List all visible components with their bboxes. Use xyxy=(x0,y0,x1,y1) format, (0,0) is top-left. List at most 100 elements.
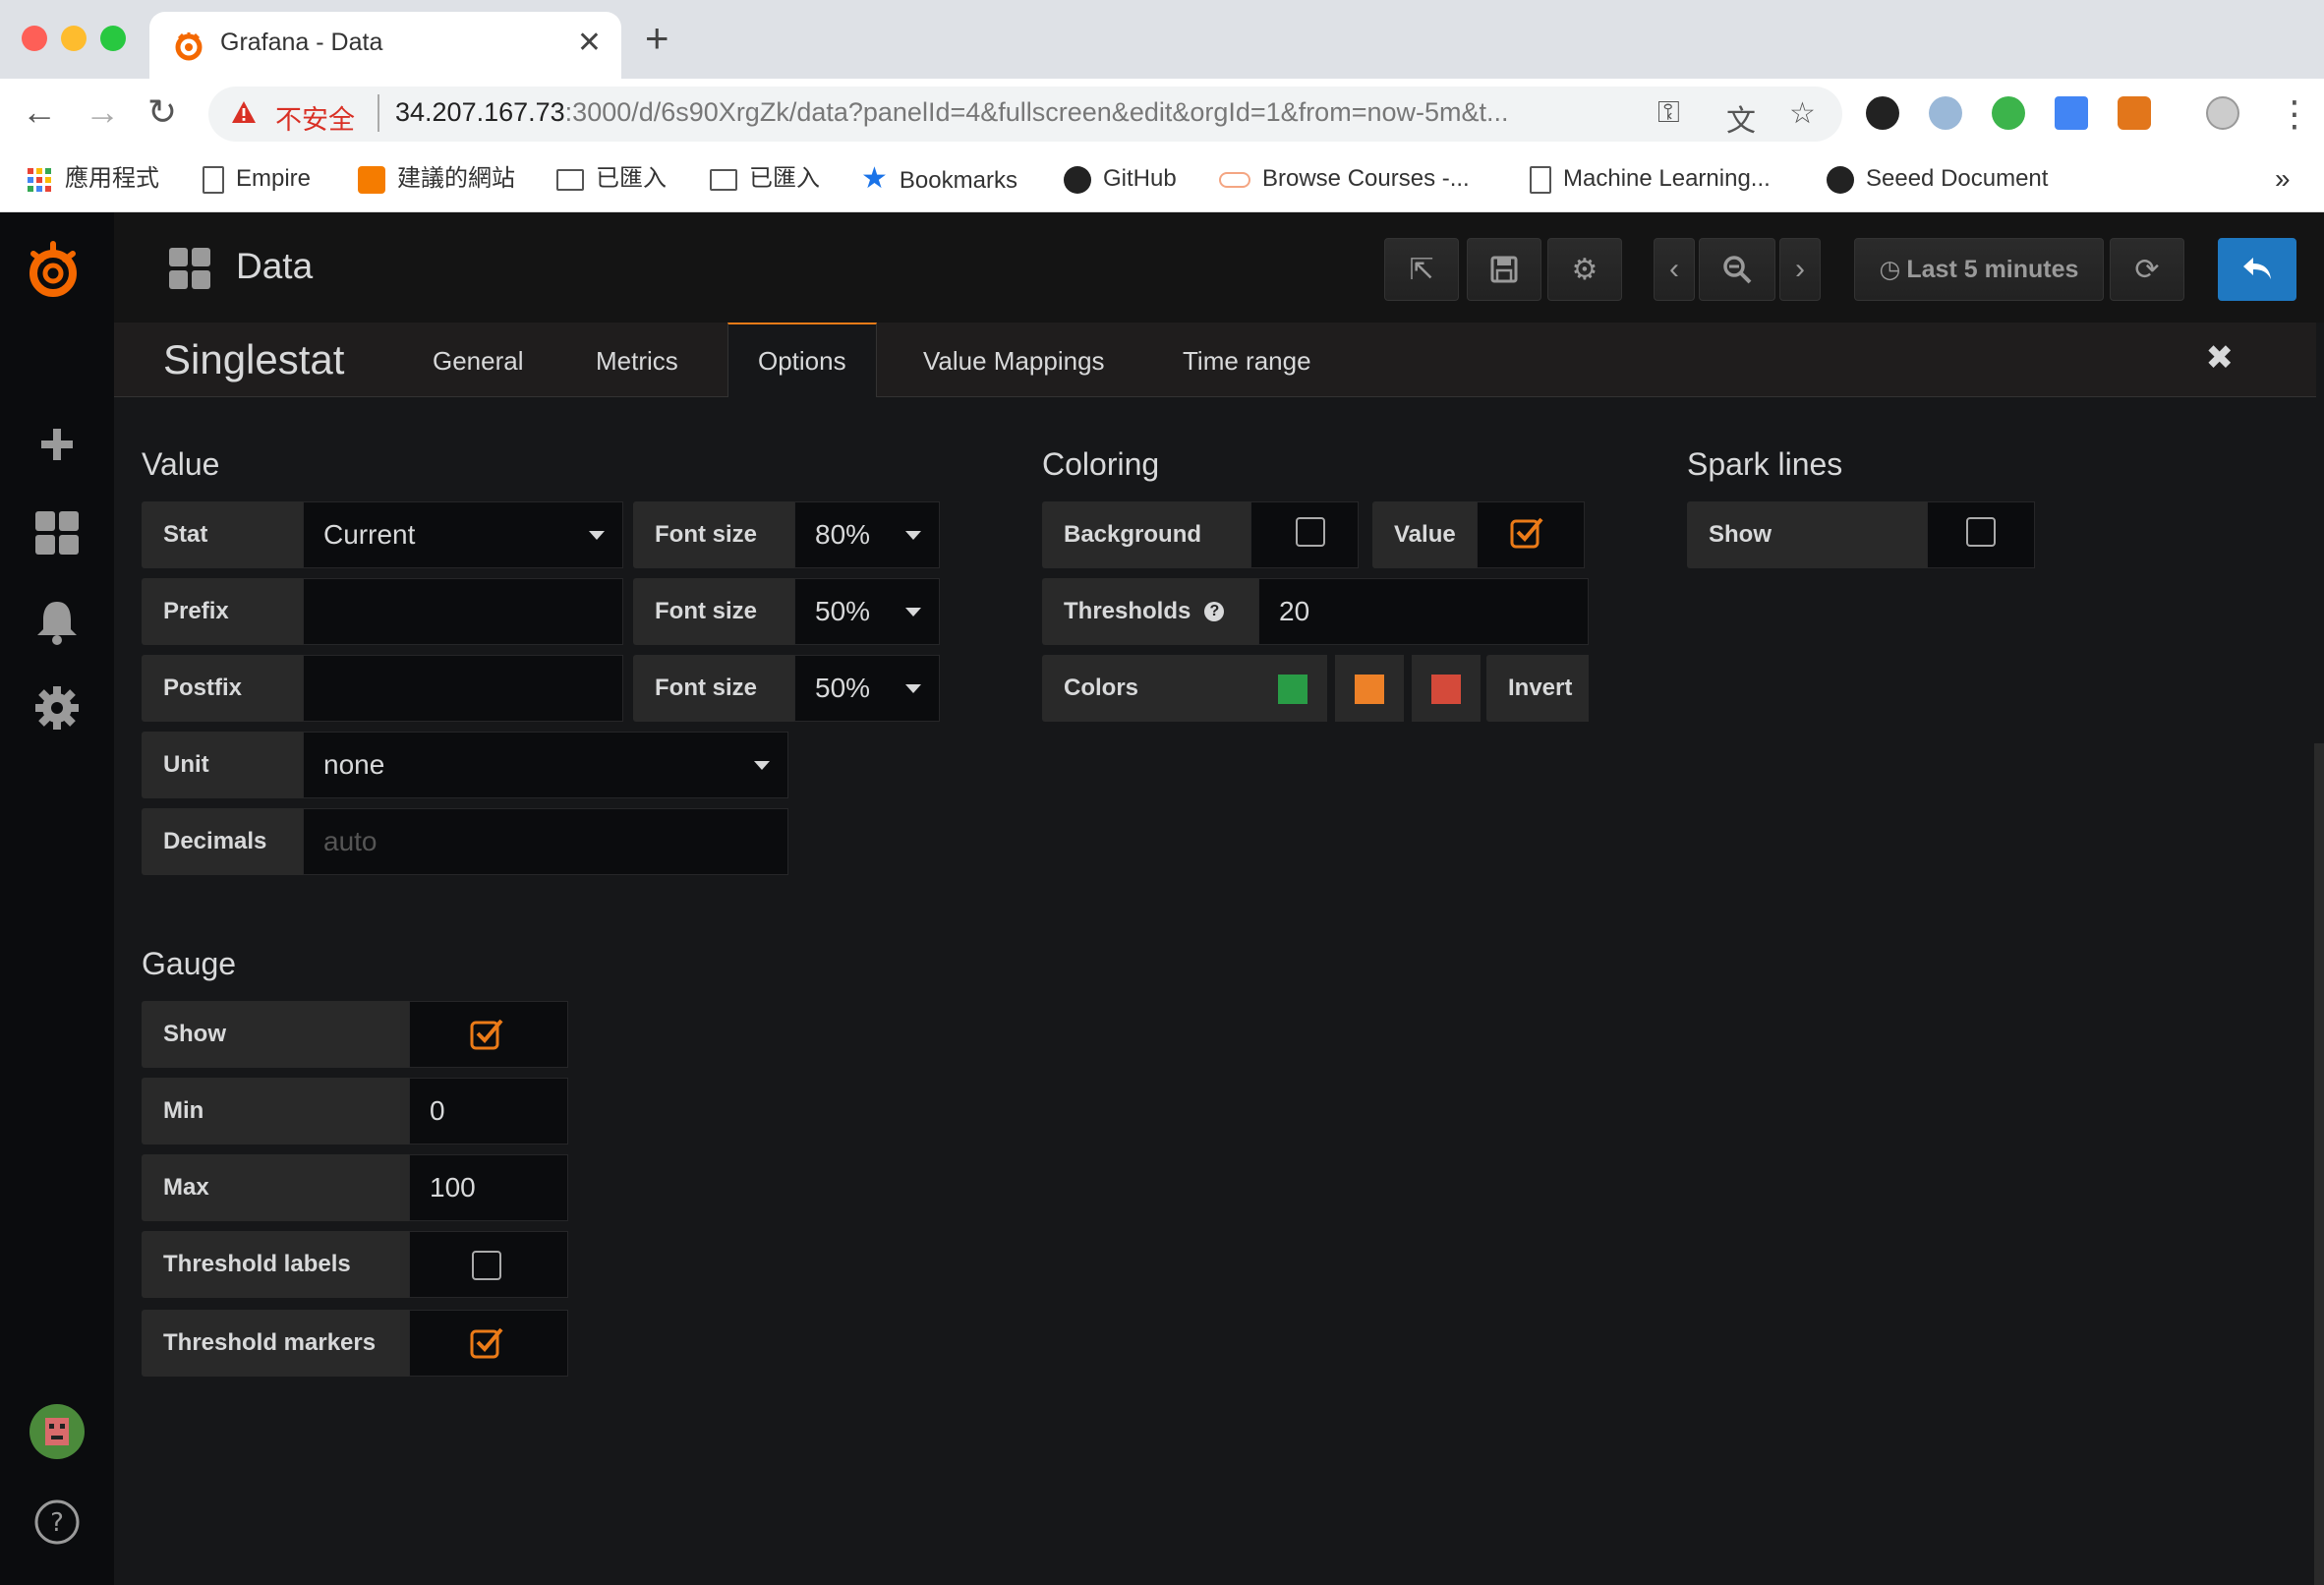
help-icon[interactable]: ? xyxy=(31,1497,83,1548)
color-ok-swatch[interactable] xyxy=(1278,675,1307,704)
threshold-labels-checkbox[interactable] xyxy=(472,1251,501,1280)
zoom-out-button[interactable] xyxy=(1699,238,1775,301)
bookmark-browse-courses[interactable]: Browse Courses -... xyxy=(1219,161,1470,197)
close-window-button[interactable] xyxy=(22,26,47,51)
prefix-input[interactable] xyxy=(303,578,623,645)
close-editor-icon[interactable]: ✖ xyxy=(2206,338,2235,378)
grafana-logo-icon[interactable] xyxy=(22,240,85,303)
tab-options[interactable]: Options xyxy=(758,346,846,377)
bell-icon[interactable] xyxy=(31,596,83,647)
postfix-font-size-select[interactable]: 50% xyxy=(794,655,940,722)
coloring-value-checkbox[interactable] xyxy=(1510,515,1543,549)
dashboard-title[interactable]: Data xyxy=(236,246,313,287)
decimals-input[interactable]: auto xyxy=(303,808,788,875)
extension-fox-icon[interactable] xyxy=(2118,96,2151,130)
insecure-label[interactable]: 不安全 xyxy=(275,98,355,137)
gauge-max-input[interactable]: 100 xyxy=(409,1154,568,1221)
background-label: Background xyxy=(1042,501,1250,568)
stat-font-size-select[interactable]: 80% xyxy=(794,501,940,568)
settings-button[interactable]: ⚙ xyxy=(1547,238,1622,301)
plus-icon[interactable] xyxy=(31,419,83,470)
stat-label: Stat xyxy=(142,501,303,568)
sparklines-show-checkbox[interactable] xyxy=(1966,517,1996,547)
extension-circle-icon[interactable] xyxy=(1929,96,1962,130)
bookmark-imported-1[interactable]: 已匯入 xyxy=(556,161,667,197)
gauge-min-input[interactable]: 0 xyxy=(409,1078,568,1145)
tab-general[interactable]: General xyxy=(433,346,524,377)
save-button[interactable] xyxy=(1467,238,1541,301)
extension-leaf-icon[interactable] xyxy=(1992,96,2025,130)
caret-down-icon xyxy=(589,531,605,540)
grafana-favicon-icon xyxy=(175,32,203,61)
browser-menu-icon[interactable]: ⋮ xyxy=(2277,92,2312,136)
bookmark-bookmarks[interactable]: ★ Bookmarks xyxy=(861,161,1017,199)
svg-text:?: ? xyxy=(50,1508,64,1538)
threshold-markers-checkbox[interactable] xyxy=(470,1325,503,1359)
help-circle-icon[interactable]: ? xyxy=(1204,602,1225,621)
prefix-font-size-select[interactable]: 50% xyxy=(794,578,940,645)
bookmark-seeed-document[interactable]: Seeed Document xyxy=(1827,161,2048,197)
color-warn-swatch[interactable] xyxy=(1355,675,1384,704)
bookmark-empire[interactable]: Empire xyxy=(203,161,311,197)
page-scrollbar[interactable] xyxy=(2314,743,2324,1585)
share-button[interactable]: ⇱ xyxy=(1384,238,1459,301)
page-icon xyxy=(1530,165,1551,194)
thresholds-input[interactable]: 20 xyxy=(1258,578,1589,645)
bookmark-label: 建議的網站 xyxy=(397,165,515,192)
time-shift-back-button[interactable]: ‹ xyxy=(1654,238,1695,301)
tab-value-mappings[interactable]: Value Mappings xyxy=(923,346,1105,377)
options-content: Value Stat Current Font size 80% Prefix … xyxy=(114,397,2324,1585)
translate-icon[interactable]: 文 xyxy=(1726,96,1756,140)
cloud-icon xyxy=(1219,171,1250,188)
folder-icon xyxy=(556,168,584,191)
gauge-show-checkbox[interactable] xyxy=(470,1017,503,1050)
bookmark-apps[interactable]: 應用程式 xyxy=(26,161,159,197)
extension-google-translate-icon[interactable] xyxy=(2055,96,2088,130)
profile-avatar-icon[interactable] xyxy=(2206,96,2239,130)
url-path: :3000/d/6s90XrgZk/data?panelId=4&fullscr… xyxy=(564,97,1509,127)
bookmark-label: Browse Courses -... xyxy=(1262,165,1470,192)
bookmark-label: 已匯入 xyxy=(596,165,667,192)
star-icon[interactable]: ☆ xyxy=(1789,96,1816,131)
bookmark-machine-learning[interactable]: Machine Learning... xyxy=(1530,161,1771,197)
gear-icon[interactable] xyxy=(31,682,83,734)
url-text[interactable]: 34.207.167.73:3000/d/6s90XrgZk/data?pane… xyxy=(395,97,1509,128)
minimize-window-button[interactable] xyxy=(61,26,87,51)
postfix-input[interactable] xyxy=(303,655,623,722)
bulb-icon xyxy=(358,165,385,194)
refresh-button[interactable]: ⟳ xyxy=(2110,238,2184,301)
more-bookmarks-button[interactable]: » xyxy=(2275,161,2291,197)
reload-icon[interactable]: ↻ xyxy=(147,90,177,134)
background-checkbox[interactable] xyxy=(1296,517,1325,547)
unit-select[interactable]: none xyxy=(303,732,788,798)
time-picker-button[interactable]: ◷ Last 5 minutes xyxy=(1854,238,2104,301)
dashboards-icon[interactable] xyxy=(31,507,83,558)
forward-arrow-icon[interactable]: → xyxy=(85,90,120,134)
apps-grid-icon xyxy=(28,167,51,192)
maximize-window-button[interactable] xyxy=(100,26,126,51)
invert-button[interactable]: Invert xyxy=(1486,655,1589,722)
key-icon[interactable]: ⚿ xyxy=(1657,96,1680,130)
unit-label: Unit xyxy=(142,732,303,798)
prefix-font-size-label: Font size xyxy=(633,578,794,645)
tab-time-range[interactable]: Time range xyxy=(1183,346,1311,377)
address-bar[interactable]: 不安全 34.207.167.73:3000/d/6s90XrgZk/data?… xyxy=(208,87,1842,142)
bookmark-github[interactable]: GitHub xyxy=(1064,161,1177,197)
extension-scissors-icon[interactable] xyxy=(1866,96,1899,130)
browser-tab[interactable]: Grafana - Data ✕ xyxy=(149,12,621,79)
bookmark-imported-2[interactable]: 已匯入 xyxy=(710,161,820,197)
user-avatar-icon[interactable] xyxy=(29,1404,85,1459)
back-to-dashboard-button[interactable] xyxy=(2218,238,2296,301)
bookmark-suggested-sites[interactable]: 建議的網站 xyxy=(358,161,515,197)
new-tab-button[interactable]: + xyxy=(645,18,669,59)
tab-close-icon[interactable]: ✕ xyxy=(577,26,602,60)
back-arrow-icon[interactable]: ← xyxy=(22,90,57,134)
stat-select[interactable]: Current xyxy=(303,501,623,568)
warning-icon xyxy=(232,101,256,123)
coloring-value-label: Value xyxy=(1372,501,1477,568)
color-critical-swatch[interactable] xyxy=(1431,675,1461,704)
tab-metrics[interactable]: Metrics xyxy=(596,346,678,377)
bookmark-label: Seeed Document xyxy=(1866,165,2049,192)
time-shift-forward-button[interactable]: › xyxy=(1779,238,1821,301)
bookmarks-bar: 應用程式 Empire 建議的網站 已匯入 已匯入 ★ Bookmarks Git… xyxy=(0,149,2324,212)
